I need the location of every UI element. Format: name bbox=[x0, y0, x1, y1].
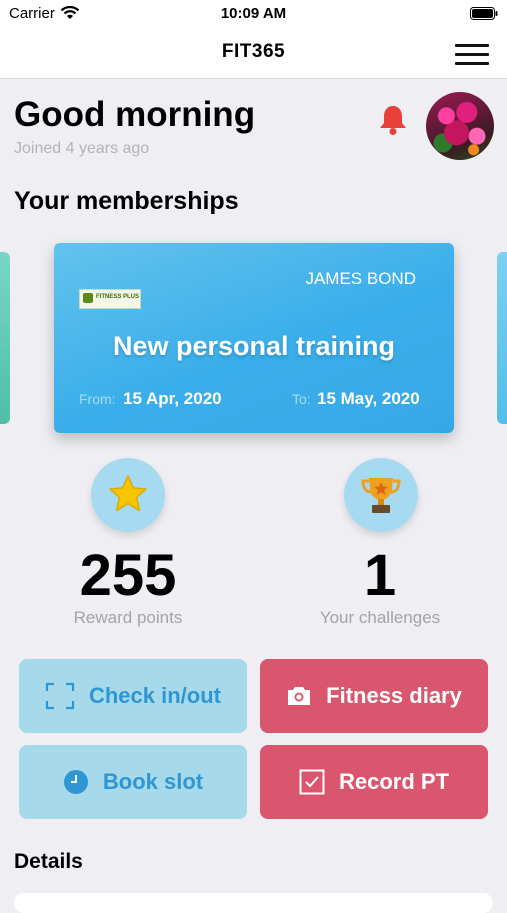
check-in-out-label: Check in/out bbox=[88, 683, 221, 708]
challenges-value: 1 bbox=[363, 543, 397, 608]
membership-card-prev[interactable] bbox=[0, 252, 10, 424]
greeting-title: Good morning bbox=[14, 95, 256, 134]
record-pt-button[interactable]: Record PT bbox=[260, 745, 488, 819]
check-in-out-button[interactable]: Check in/out bbox=[19, 659, 247, 733]
app-title: FIT365 bbox=[221, 41, 286, 62]
checkbox-icon bbox=[299, 769, 325, 795]
from-label: From: bbox=[79, 391, 116, 407]
membership-card[interactable]: JAMES BOND FITNESS PLUS New personal tra… bbox=[54, 243, 454, 433]
gym-logo: FITNESS PLUS bbox=[79, 289, 141, 309]
battery-icon bbox=[470, 7, 498, 20]
from-date: 15 Apr, 2020 bbox=[123, 389, 222, 408]
logo-text: FITNESS PLUS bbox=[96, 294, 140, 300]
reward-points-badge[interactable] bbox=[91, 458, 165, 532]
book-slot-button[interactable]: Book slot bbox=[19, 745, 247, 819]
membership-card-next[interactable] bbox=[497, 252, 507, 424]
member-name: JAMES BOND bbox=[305, 269, 416, 288]
challenges-badge[interactable] bbox=[344, 458, 418, 532]
challenges-label: Your challenges bbox=[319, 608, 441, 627]
trophy-icon bbox=[361, 478, 401, 513]
to-label: To: bbox=[292, 391, 311, 407]
status-time: 10:09 AM bbox=[220, 5, 287, 22]
hamburger-icon bbox=[455, 44, 489, 47]
memberships-title: Your memberships bbox=[14, 187, 239, 215]
menu-button[interactable] bbox=[455, 44, 489, 66]
reward-points-label: Reward points bbox=[73, 608, 183, 627]
membership-title: New personal training bbox=[112, 331, 396, 361]
details-panel bbox=[14, 893, 493, 913]
camera-icon bbox=[286, 685, 312, 707]
details-title: Details bbox=[14, 850, 83, 873]
clock-icon bbox=[63, 769, 89, 795]
scan-frame-icon bbox=[45, 682, 75, 710]
fitness-diary-label: Fitness diary bbox=[326, 683, 462, 708]
reward-points-value: 255 bbox=[79, 543, 177, 608]
star-icon bbox=[109, 475, 147, 512]
to-date: 15 May, 2020 bbox=[317, 389, 420, 408]
nav-bar: FIT365 bbox=[0, 30, 507, 79]
fitness-diary-button[interactable]: Fitness diary bbox=[260, 659, 488, 733]
bell-icon[interactable] bbox=[378, 104, 408, 136]
logo-mark-icon bbox=[83, 293, 93, 303]
joined-text: Joined 4 years ago bbox=[14, 140, 150, 157]
avatar[interactable] bbox=[426, 92, 494, 160]
record-pt-label: Record PT bbox=[338, 769, 450, 794]
status-bar: Carrier 10:09 AM bbox=[0, 0, 507, 30]
book-slot-label: Book slot bbox=[102, 769, 204, 794]
